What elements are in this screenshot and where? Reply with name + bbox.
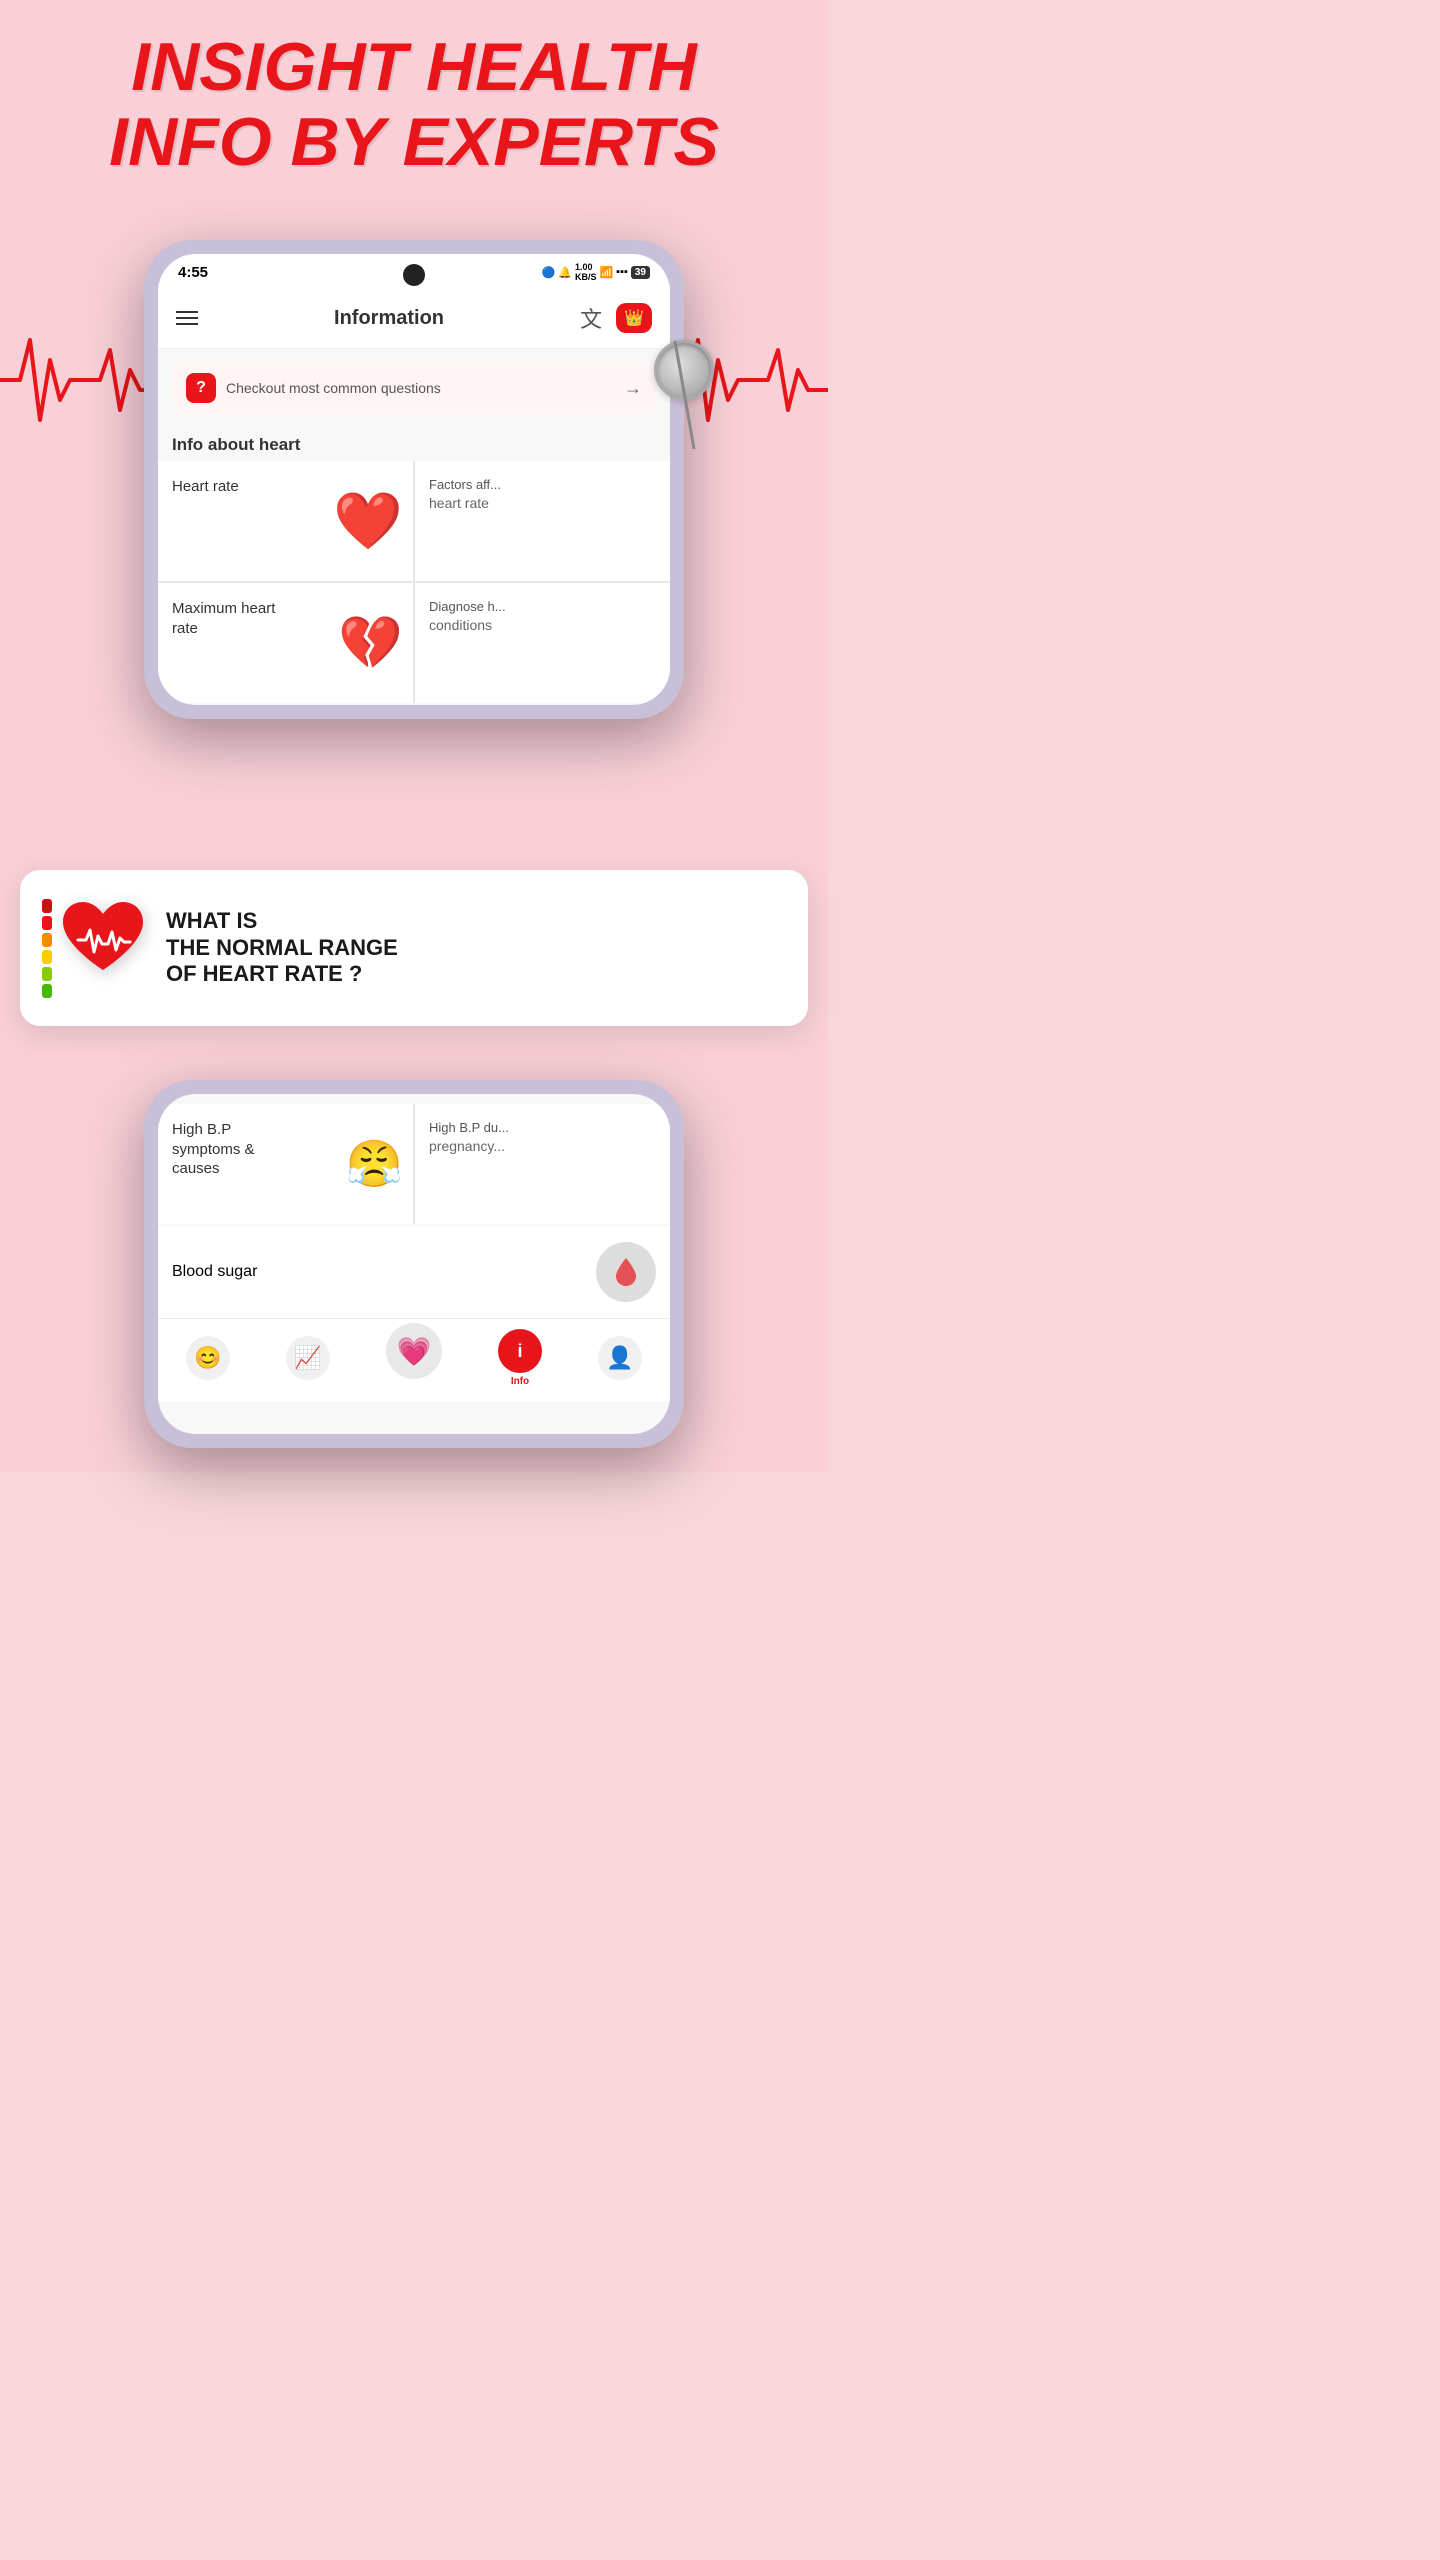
section-label: Info about heart (158, 427, 670, 461)
bp-pregnancy-card[interactable]: High B.P du... pregnancy... (415, 1104, 670, 1224)
gauge-bar (42, 898, 52, 998)
camera-notch (403, 264, 425, 286)
menu-line3 (176, 323, 198, 325)
phone-frame: 4:55 🔵 🔔 1.00KB/S 📶 ▪▪▪ 39 Information (144, 240, 684, 719)
gauge-yellow (42, 950, 52, 964)
status-time: 4:55 (178, 264, 208, 281)
faq-banner[interactable]: ? Checkout most common questions → (172, 361, 656, 415)
max-heart-rate-label: Maximum heart rate (172, 599, 302, 638)
menu-line1 (176, 311, 198, 313)
gauge-orange (42, 933, 52, 947)
broken-heart-emoji: 💔 (338, 613, 403, 674)
translate-icon[interactable]: ⽂ (580, 302, 602, 334)
status-icons: 🔵 🔔 1.00KB/S 📶 ▪▪▪ 39 (542, 262, 650, 282)
heart-center-icon: 💗 (386, 1323, 442, 1379)
overlay-info-card: WHAT IS THE NORMAL RANGE OF HEART RATE ? (20, 870, 808, 1026)
blood-sugar-card[interactable]: Blood sugar (158, 1226, 670, 1318)
blood-sugar-label: Blood sugar (172, 1263, 257, 1281)
info-icon: i (498, 1329, 542, 1373)
bottom-nav: 😊 📈 💗 i Info 👤 (158, 1318, 670, 1401)
home-icon: 😊 (186, 1336, 230, 1380)
factors-sublabel: heart rate (429, 494, 489, 512)
battery-icon: 39 (631, 266, 650, 279)
overlay-text-block: WHAT IS THE NORMAL RANGE OF HEART RATE ? (166, 908, 786, 987)
faq-arrow-icon: → (624, 378, 642, 399)
info-nav-label: Info (511, 1376, 529, 1387)
bp-emoji: 😤 (346, 1137, 403, 1192)
header-action-icons: ⽂ 👑 (580, 302, 652, 334)
menu-line2 (176, 317, 198, 319)
main-title-section: INSIGHT HEALTH INFO BY EXPERTS (0, 30, 828, 180)
nav-info[interactable]: i Info (498, 1329, 542, 1387)
heartbeat-left-decoration (0, 320, 160, 440)
faq-icon: ? (186, 373, 216, 403)
max-heart-rate-card[interactable]: Maximum heart rate 💔 (158, 583, 413, 703)
info-card-grid: Heart rate ❤️ Factors aff... heart rate … (158, 461, 670, 703)
wifi-icon: 📶 (599, 266, 613, 279)
phone-screen-bottom: High B.P symptoms & causes 😤 High B.P du… (158, 1094, 670, 1434)
bp-symptoms-label: High B.P symptoms & causes (172, 1120, 302, 1179)
nav-heart-center[interactable]: 💗 (386, 1337, 442, 1379)
bp-card-grid: High B.P symptoms & causes 😤 High B.P du… (158, 1104, 670, 1224)
stats-icon: 📈 (286, 1336, 330, 1380)
phone-screen: 4:55 🔵 🔔 1.00KB/S 📶 ▪▪▪ 39 Information (158, 254, 670, 705)
app-header: Information ⽂ 👑 (158, 288, 670, 349)
stethoscope-decoration (654, 340, 714, 400)
phone-frame-bottom: High B.P symptoms & causes 😤 High B.P du… (144, 1080, 684, 1448)
overlay-title: WHAT IS THE NORMAL RANGE OF HEART RATE ? (166, 908, 786, 987)
signal-icon: ▪▪▪ (616, 266, 628, 278)
bp-symptoms-card[interactable]: High B.P symptoms & causes 😤 (158, 1104, 413, 1224)
title-line1: INSIGHT HEALTH (0, 30, 828, 105)
data-speed: 1.00KB/S (575, 262, 597, 282)
heart-emoji: ❤️ (333, 488, 403, 554)
heart-rate-label: Heart rate (172, 477, 239, 497)
factors-label: Factors aff... (429, 477, 501, 494)
diagnose-label: Diagnose h... (429, 599, 506, 616)
nav-stats[interactable]: 📈 (286, 1336, 330, 1380)
gauge-red2 (42, 899, 52, 913)
heart-gauge (42, 898, 148, 998)
menu-button[interactable] (176, 311, 198, 325)
bp-pregnancy-label: High B.P du... (429, 1120, 509, 1137)
title-line2: INFO BY EXPERTS (0, 105, 828, 180)
faq-text: Checkout most common questions (226, 380, 624, 396)
phone-body-bottom: High B.P symptoms & causes 😤 High B.P du… (144, 1080, 684, 1448)
blood-sugar-icon (596, 1242, 656, 1302)
app-screen-title: Information (334, 307, 444, 330)
factors-card[interactable]: Factors aff... heart rate (415, 461, 670, 581)
nav-profile[interactable]: 👤 (598, 1336, 642, 1380)
diagnose-sublabel: conditions (429, 616, 492, 634)
crown-icon[interactable]: 👑 (616, 303, 652, 333)
profile-icon: 👤 (598, 1336, 642, 1380)
gauge-lime (42, 967, 52, 981)
gauge-green (42, 984, 52, 998)
bp-pregnancy-sublabel: pregnancy... (429, 1137, 505, 1155)
notification-icon: 🔔 (558, 266, 572, 279)
phone-body: 4:55 🔵 🔔 1.00KB/S 📶 ▪▪▪ 39 Information (144, 240, 684, 719)
diagnose-card[interactable]: Diagnose h... conditions (415, 583, 670, 703)
bluetooth-icon: 🔵 (542, 266, 556, 279)
heart-rate-card[interactable]: Heart rate ❤️ (158, 461, 413, 581)
gauge-red1 (42, 916, 52, 930)
nav-home[interactable]: 😊 (186, 1336, 230, 1380)
heart-icon-large (58, 900, 148, 997)
